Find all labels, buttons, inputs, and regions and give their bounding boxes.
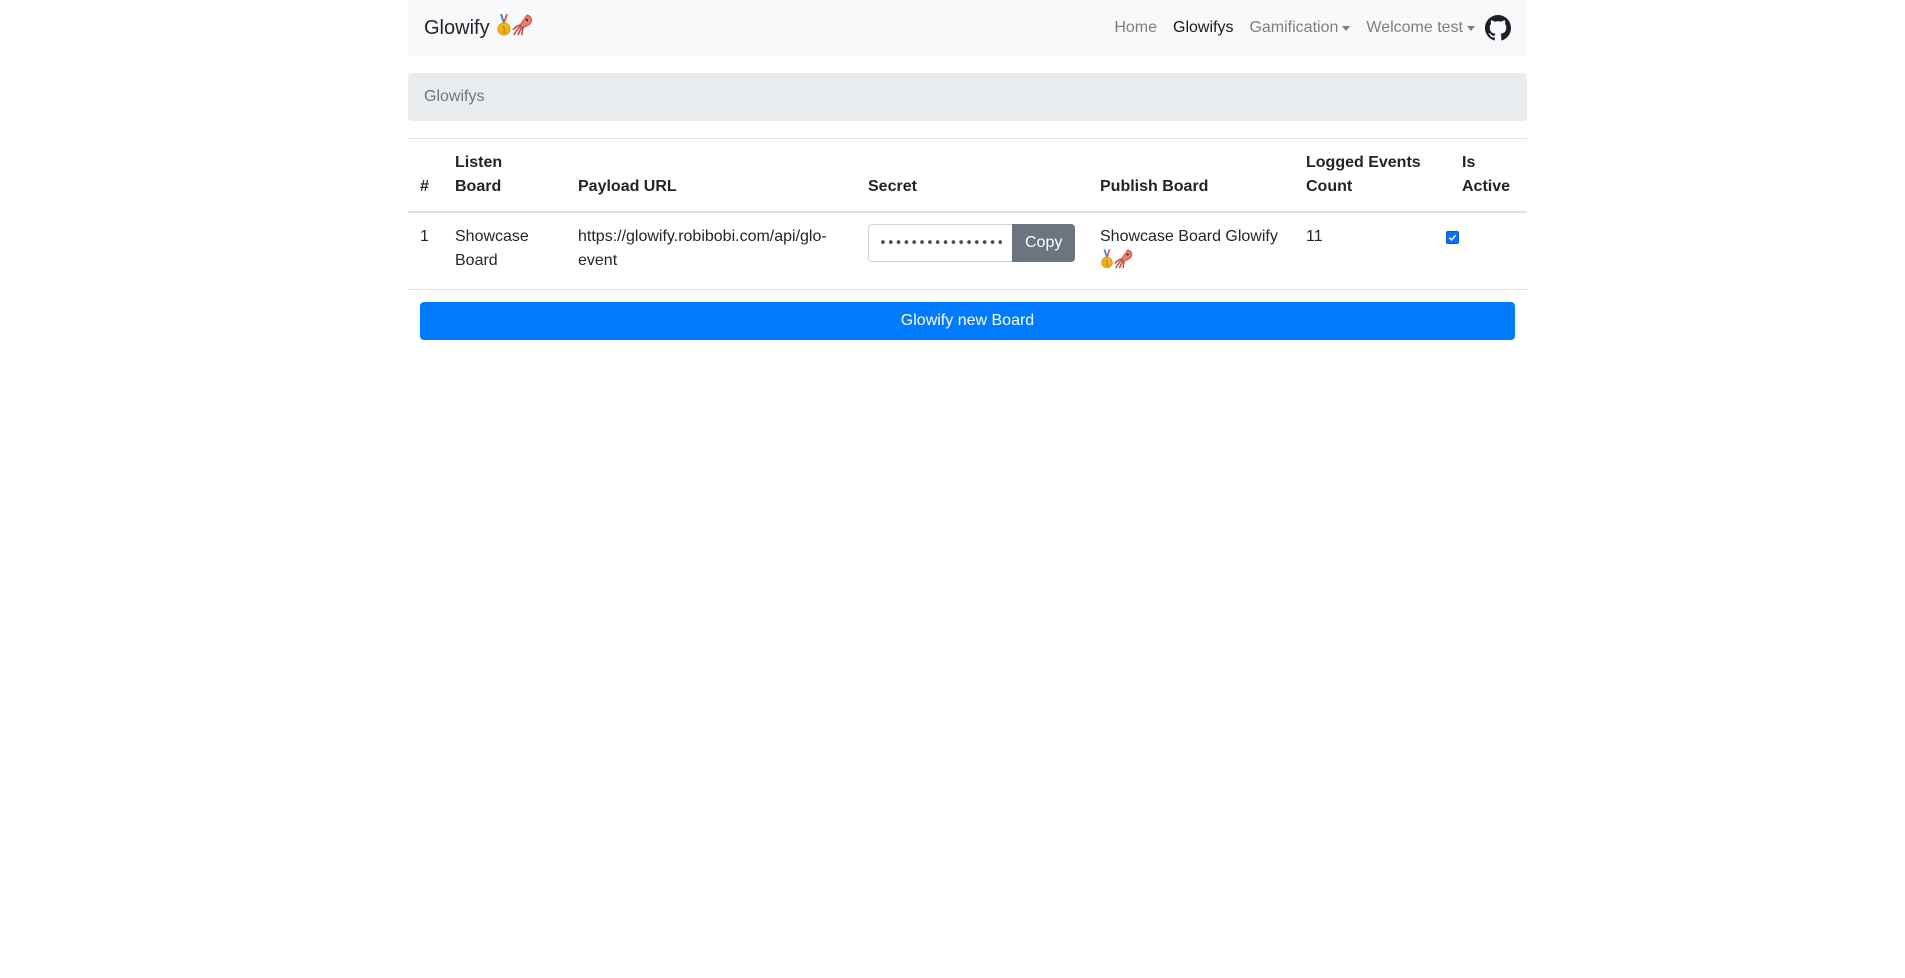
github-icon[interactable] [1485,15,1511,41]
nav-user-dropdown[interactable]: Welcome test [1358,19,1483,37]
cell-listen-board-line1: Showcase [455,228,529,245]
nav-gamification-dropdown[interactable]: Gamification [1241,19,1358,37]
caret-down-icon [1467,25,1475,31]
breadcrumb-current: Glowifys [424,88,485,105]
glowify-new-board-button[interactable]: Glowify new Board [420,302,1515,340]
header-publish-board: Publish Board [1088,138,1294,213]
header-active-line2: Active [1462,178,1511,195]
header-logged-line2: Count [1306,178,1353,195]
svg-text:1: 1 [1105,260,1109,268]
header-listen-board-line1: Listen [455,154,503,171]
cell-listen-board-line2: Board [455,252,498,269]
cell-payload-url-line2: event [578,252,618,269]
secret-input[interactable] [868,224,1012,262]
medal-icon: 1 [496,14,512,42]
header-logged-events: Logged Events Count [1294,138,1450,213]
nav-user-label: Welcome test [1366,19,1463,36]
nav-links: Home Glowifys Gamification Welcome test [1106,0,1511,56]
header-is-active: Is Active [1450,138,1527,213]
header-logged-line1: Logged Events [1306,154,1421,171]
header-active-line1: Is [1462,154,1476,171]
brand-link[interactable]: Glowify 1 [424,14,534,42]
cell-publish-board-text: Showcase Board Glowify [1100,228,1278,245]
cell-payload-url-line1: https://glowify.robibobi.com/api/glo- [578,228,827,245]
nav-glowifys[interactable]: Glowifys [1165,19,1241,37]
cell-payload-url: https://glowify.robibobi.com/api/glo- ev… [566,211,856,290]
cell-num: 1 [408,211,443,290]
svg-text:1: 1 [501,26,506,35]
nav-gamification-label: Gamification [1249,19,1339,36]
table-header-row: # Listen Board Payload URL Secret Publis… [408,138,1527,213]
cell-publish-board: Showcase Board Glowify 1 [1088,211,1294,290]
header-secret: Secret [856,138,1088,213]
copy-button[interactable]: Copy [1012,224,1076,262]
nav-home[interactable]: Home [1106,19,1165,37]
is-active-checkbox[interactable] [1446,231,1459,244]
medal-icon: 1 [1100,249,1114,277]
header-num: # [408,138,443,213]
header-listen-board: Listen Board [443,138,566,213]
glowifys-table: # Listen Board Payload URL Secret Publis… [408,138,1527,290]
cell-secret: Copy [856,211,1088,290]
caret-down-icon [1342,25,1351,31]
page-container: Glowify 1 Home Glowifys Gamification Wel… [408,0,1527,340]
check-icon [1448,234,1457,241]
cell-is-active [1446,211,1527,290]
squid-icon [1114,249,1134,277]
table-row: 1 Showcase Board https://glowify.robibob… [408,211,1527,290]
cell-logged-events-count: 11 [1294,211,1450,290]
header-payload-url: Payload URL [566,138,856,213]
brand-text: Glowify [424,16,490,39]
squid-icon [511,14,534,42]
breadcrumb: Glowifys [408,73,1527,121]
navbar: Glowify 1 Home Glowifys Gamification Wel… [408,0,1527,56]
header-listen-board-line2: Board [455,178,502,195]
cell-listen-board: Showcase Board [443,211,566,290]
secret-input-group: Copy [868,224,1076,262]
